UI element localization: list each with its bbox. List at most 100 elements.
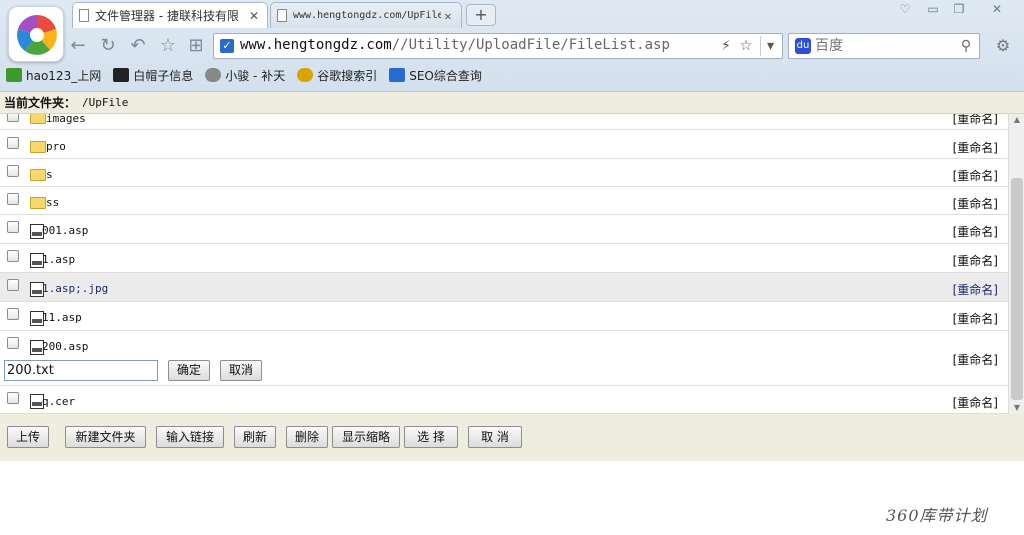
whitehat-icon bbox=[113, 68, 130, 82]
tools-wrench-icon[interactable]: ⚙ bbox=[988, 35, 1018, 57]
file-name[interactable]: q.cer bbox=[42, 395, 75, 408]
select-button[interactable]: 选 择 bbox=[404, 426, 458, 448]
select-checkbox[interactable] bbox=[7, 165, 19, 177]
current-folder-value: /UpFile bbox=[82, 96, 129, 109]
select-checkbox[interactable] bbox=[7, 114, 19, 122]
file-name[interactable]: s bbox=[46, 168, 53, 181]
list-item: images [重命名] bbox=[0, 114, 1008, 130]
rename-link[interactable]: [重命名] bbox=[953, 252, 998, 269]
star-bookmark-icon[interactable]: ☆ bbox=[736, 36, 756, 56]
select-checkbox[interactable] bbox=[7, 392, 19, 404]
search-icon[interactable]: ⚲ bbox=[957, 37, 975, 55]
undo-icon[interactable]: ↶ bbox=[126, 34, 150, 58]
rename-confirm-button[interactable]: 确定 bbox=[168, 360, 210, 381]
select-checkbox[interactable] bbox=[7, 250, 19, 262]
cancel-button[interactable]: 取 消 bbox=[468, 426, 522, 448]
watermark-text: 360库带计划 bbox=[886, 506, 988, 525]
select-checkbox[interactable] bbox=[7, 193, 19, 205]
search-box[interactable]: du ⚲ bbox=[788, 33, 980, 59]
rename-link[interactable]: [重命名] bbox=[953, 139, 998, 156]
scroll-up-icon[interactable]: ▲ bbox=[1009, 114, 1024, 126]
select-checkbox[interactable] bbox=[7, 337, 19, 349]
file-name[interactable]: 1.asp;.jpg bbox=[42, 282, 108, 295]
file-name[interactable]: 1.asp bbox=[42, 253, 75, 266]
page-icon bbox=[79, 9, 89, 22]
rename-link[interactable]: [重命名] bbox=[953, 195, 998, 212]
bookmark-whitehat[interactable]: 白帽子信息 bbox=[113, 67, 193, 84]
list-item: 1.asp;.jpg [重命名] bbox=[0, 273, 1008, 302]
file-name[interactable]: 200.asp bbox=[42, 340, 88, 353]
bookmark-label: hao123_上网 bbox=[26, 68, 102, 83]
file-name[interactable]: ss bbox=[46, 196, 59, 209]
list-item: s [重命名] bbox=[0, 159, 1008, 187]
url-host: www.hengtongdz.com bbox=[240, 37, 392, 53]
url-text[interactable]: www.hengtongdz.com//Utility/UploadFile/F… bbox=[240, 37, 670, 53]
new-tab-button[interactable]: + bbox=[466, 4, 496, 26]
skin-icon[interactable]: ♡ bbox=[894, 0, 916, 18]
file-name[interactable]: 11.asp bbox=[42, 311, 82, 324]
list-item: ss [重命名] bbox=[0, 187, 1008, 215]
select-checkbox[interactable] bbox=[7, 221, 19, 233]
dropdown-icon[interactable]: ▾ bbox=[760, 36, 780, 56]
rename-cancel-button[interactable]: 取消 bbox=[220, 360, 262, 381]
search-input[interactable] bbox=[815, 37, 955, 55]
file-name[interactable]: 001.asp bbox=[42, 224, 88, 237]
bookmark-label: SEO综合查询 bbox=[409, 68, 482, 83]
rename-link[interactable]: [重命名] bbox=[953, 351, 998, 368]
close-window-icon[interactable]: ✕ bbox=[986, 0, 1008, 18]
tab-title: www.hengtongdz.com/UpFile bbox=[293, 10, 441, 21]
tab-upfile[interactable]: www.hengtongdz.com/UpFile ✕ bbox=[270, 2, 462, 28]
address-bar[interactable]: ✓ www.hengtongdz.com//Utility/UploadFile… bbox=[213, 33, 783, 59]
folder-icon bbox=[30, 141, 46, 153]
restore-icon[interactable]: ❐ bbox=[948, 0, 970, 18]
browser-logo-icon[interactable] bbox=[8, 6, 64, 62]
minimize-icon[interactable]: ▭ bbox=[922, 0, 944, 18]
list-item: 11.asp [重命名] bbox=[0, 302, 1008, 331]
star-icon bbox=[205, 68, 222, 82]
folder-icon bbox=[30, 169, 46, 181]
rename-input[interactable] bbox=[4, 360, 158, 381]
page-icon bbox=[277, 9, 287, 22]
refresh-icon[interactable]: ↻ bbox=[96, 34, 120, 58]
close-icon[interactable]: ✕ bbox=[441, 9, 455, 23]
select-checkbox[interactable] bbox=[7, 279, 19, 291]
bookmark-hao123[interactable]: hao123_上网 bbox=[6, 67, 101, 84]
folder-icon bbox=[30, 114, 46, 124]
new-folder-button[interactable]: 新建文件夹 bbox=[65, 426, 146, 448]
url-path: //Utility/UploadFile/FileList.asp bbox=[391, 37, 670, 53]
input-link-button[interactable]: 输入链接 bbox=[156, 426, 224, 448]
delete-button[interactable]: 删除 bbox=[286, 426, 328, 448]
baidu-icon: du bbox=[795, 38, 811, 54]
rename-link[interactable]: [重命名] bbox=[953, 114, 998, 127]
bookmark-butian[interactable]: 小骏 - 补天 bbox=[205, 67, 285, 84]
select-checkbox[interactable] bbox=[7, 137, 19, 149]
rename-link[interactable]: [重命名] bbox=[953, 281, 998, 298]
bookmark-seo[interactable]: SEO综合查询 bbox=[389, 67, 482, 84]
file-name[interactable]: images bbox=[46, 114, 86, 125]
upload-button[interactable]: 上传 bbox=[7, 426, 49, 448]
security-shield-icon: ✓ bbox=[220, 39, 234, 53]
bookmark-google[interactable]: 谷歌搜索引 bbox=[297, 67, 377, 84]
rename-link[interactable]: [重命名] bbox=[953, 223, 998, 240]
rename-link[interactable]: [重命名] bbox=[953, 167, 998, 184]
close-icon[interactable]: ✕ bbox=[247, 9, 261, 23]
bookmark-label: 白帽子信息 bbox=[133, 68, 194, 83]
rename-link[interactable]: [重命名] bbox=[953, 394, 998, 411]
action-toolbar: 上传 新建文件夹 输入链接 刷新 删除 显示缩略 选 择 取 消 bbox=[0, 414, 1024, 461]
back-icon[interactable]: ← bbox=[66, 34, 90, 58]
rename-link[interactable]: [重命名] bbox=[953, 310, 998, 327]
bookmark-label: 谷歌搜索引 bbox=[317, 68, 378, 83]
select-checkbox[interactable] bbox=[7, 308, 19, 320]
list-item: 1.asp [重命名] bbox=[0, 244, 1008, 273]
vertical-scrollbar[interactable]: ▲ ▼ bbox=[1008, 114, 1024, 414]
bookmark-label: 小骏 - 补天 bbox=[225, 68, 286, 83]
tab-file-manager[interactable]: 文件管理器 - 捷联科技有限 ✕ bbox=[72, 2, 268, 28]
lightning-icon[interactable]: ⚡ bbox=[716, 36, 736, 56]
file-name[interactable]: pro bbox=[46, 140, 66, 153]
scroll-down-icon[interactable]: ▼ bbox=[1009, 402, 1024, 414]
refresh-button[interactable]: 刷新 bbox=[234, 426, 276, 448]
favorite-icon[interactable]: ☆ bbox=[156, 34, 180, 58]
apps-icon[interactable]: ⊞ bbox=[184, 34, 208, 58]
show-thumbnails-button[interactable]: 显示缩略 bbox=[332, 426, 400, 448]
scrollbar-thumb[interactable] bbox=[1011, 178, 1023, 400]
